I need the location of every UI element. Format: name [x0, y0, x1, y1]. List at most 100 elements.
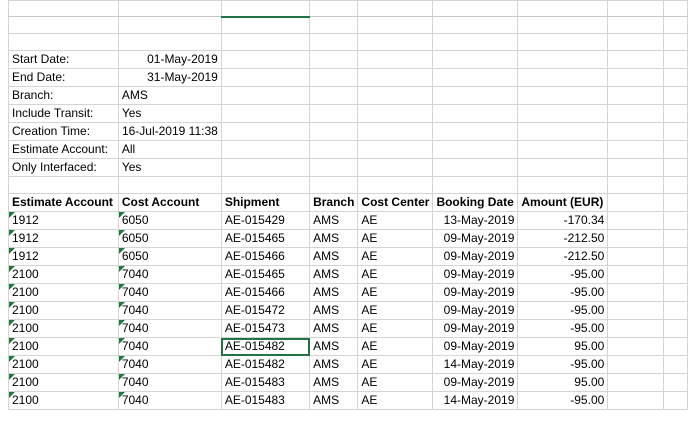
empty-cell[interactable]: [607, 176, 665, 194]
empty-cell[interactable]: [357, 86, 434, 105]
column-heading[interactable]: Shipment: [220, 193, 311, 212]
empty-cell[interactable]: [607, 16, 665, 34]
empty-cell[interactable]: [357, 176, 434, 194]
estimate-account-cell[interactable]: 2100: [8, 391, 119, 410]
empty-cell[interactable]: [117, 33, 222, 51]
cost-account-cell[interactable]: 6050: [117, 247, 222, 266]
branch-cell[interactable]: AMS: [309, 283, 359, 302]
empty-cell[interactable]: [309, 0, 359, 17]
estimate-account-cell[interactable]: 2100: [8, 301, 119, 320]
empty-cell[interactable]: [663, 50, 688, 69]
cost-center-cell[interactable]: AE: [357, 373, 434, 392]
branch-cell[interactable]: AMS: [309, 211, 359, 230]
branch-cell[interactable]: AMS: [309, 247, 359, 266]
worksheet-table[interactable]: Start Date: 01-May-2019 End Date: 31-May-20…: [8, 0, 688, 410]
cost-account-cell[interactable]: 7040: [117, 319, 222, 338]
empty-cell[interactable]: [663, 0, 688, 17]
amount-cell[interactable]: -95.00: [517, 319, 609, 338]
estimate-account-cell[interactable]: 1912: [8, 247, 119, 266]
empty-cell[interactable]: [663, 319, 688, 338]
empty-cell[interactable]: [357, 158, 434, 177]
empty-cell[interactable]: [220, 50, 311, 69]
empty-cell[interactable]: [517, 68, 609, 87]
parameter-label[interactable]: Creation Time:: [8, 122, 119, 141]
branch-cell[interactable]: AMS: [309, 337, 359, 356]
empty-cell[interactable]: [357, 104, 434, 123]
empty-cell[interactable]: [117, 176, 222, 194]
empty-cell[interactable]: [607, 158, 665, 177]
amount-cell[interactable]: -95.00: [517, 265, 609, 284]
cost-account-cell[interactable]: 6050: [117, 211, 222, 230]
cost-account-cell[interactable]: 7040: [117, 355, 222, 374]
empty-cell[interactable]: [663, 68, 688, 87]
empty-cell[interactable]: [663, 86, 688, 105]
amount-cell[interactable]: -170.34: [517, 211, 609, 230]
empty-cell[interactable]: [220, 33, 311, 51]
empty-cell[interactable]: [607, 50, 665, 69]
empty-cell[interactable]: [607, 104, 665, 123]
estimate-account-cell[interactable]: 1912: [8, 229, 119, 248]
empty-cell[interactable]: [309, 176, 359, 194]
cost-account-cell[interactable]: 7040: [117, 373, 222, 392]
parameter-value[interactable]: Yes: [117, 104, 222, 123]
empty-cell[interactable]: [220, 16, 311, 34]
shipment-cell[interactable]: AE-015482: [220, 337, 311, 356]
shipment-cell[interactable]: AE-015465: [220, 265, 311, 284]
cost-account-cell[interactable]: 6050: [117, 229, 222, 248]
column-heading[interactable]: Cost Center: [357, 193, 434, 212]
empty-cell[interactable]: [432, 50, 519, 69]
estimate-account-cell[interactable]: 2100: [8, 283, 119, 302]
empty-cell[interactable]: [663, 193, 688, 212]
column-heading[interactable]: Booking Date: [432, 193, 519, 212]
booking-date-cell[interactable]: 09-May-2019: [432, 229, 519, 248]
empty-cell[interactable]: [220, 86, 311, 105]
empty-cell[interactable]: [607, 211, 665, 230]
empty-cell[interactable]: [309, 158, 359, 177]
cost-center-cell[interactable]: AE: [357, 265, 434, 284]
empty-cell[interactable]: [663, 337, 688, 356]
empty-cell[interactable]: [432, 33, 519, 51]
empty-cell[interactable]: [357, 50, 434, 69]
cost-center-cell[interactable]: AE: [357, 229, 434, 248]
empty-cell[interactable]: [607, 337, 665, 356]
amount-cell[interactable]: -95.00: [517, 355, 609, 374]
empty-cell[interactable]: [517, 176, 609, 194]
empty-cell[interactable]: [663, 301, 688, 320]
empty-cell[interactable]: [663, 229, 688, 248]
booking-date-cell[interactable]: 09-May-2019: [432, 373, 519, 392]
empty-cell[interactable]: [220, 140, 311, 159]
empty-cell[interactable]: [8, 0, 119, 17]
cost-center-cell[interactable]: AE: [357, 319, 434, 338]
booking-date-cell[interactable]: 14-May-2019: [432, 355, 519, 374]
parameter-label[interactable]: End Date:: [8, 68, 119, 87]
empty-cell[interactable]: [607, 319, 665, 338]
estimate-account-cell[interactable]: 2100: [8, 319, 119, 338]
booking-date-cell[interactable]: 09-May-2019: [432, 337, 519, 356]
shipment-cell[interactable]: AE-015472: [220, 301, 311, 320]
empty-cell[interactable]: [220, 0, 311, 18]
amount-cell[interactable]: -212.50: [517, 229, 609, 248]
empty-cell[interactable]: [607, 140, 665, 159]
parameter-value[interactable]: All: [117, 140, 222, 159]
cost-center-cell[interactable]: AE: [357, 283, 434, 302]
column-heading[interactable]: Amount (EUR): [517, 193, 609, 212]
empty-cell[interactable]: [357, 140, 434, 159]
column-heading[interactable]: Cost Account: [117, 193, 222, 212]
empty-cell[interactable]: [432, 68, 519, 87]
cost-center-cell[interactable]: AE: [357, 391, 434, 410]
booking-date-cell[interactable]: 13-May-2019: [432, 211, 519, 230]
empty-cell[interactable]: [663, 122, 688, 141]
empty-cell[interactable]: [663, 140, 688, 159]
cost-center-cell[interactable]: AE: [357, 247, 434, 266]
empty-cell[interactable]: [517, 33, 609, 51]
empty-cell[interactable]: [663, 104, 688, 123]
amount-cell[interactable]: -95.00: [517, 301, 609, 320]
empty-cell[interactable]: [607, 355, 665, 374]
empty-cell[interactable]: [663, 373, 688, 392]
shipment-cell[interactable]: AE-015473: [220, 319, 311, 338]
empty-cell[interactable]: [357, 0, 434, 17]
cost-account-cell[interactable]: 7040: [117, 337, 222, 356]
empty-cell[interactable]: [663, 283, 688, 302]
shipment-cell[interactable]: AE-015483: [220, 391, 311, 410]
empty-cell[interactable]: [220, 158, 311, 177]
